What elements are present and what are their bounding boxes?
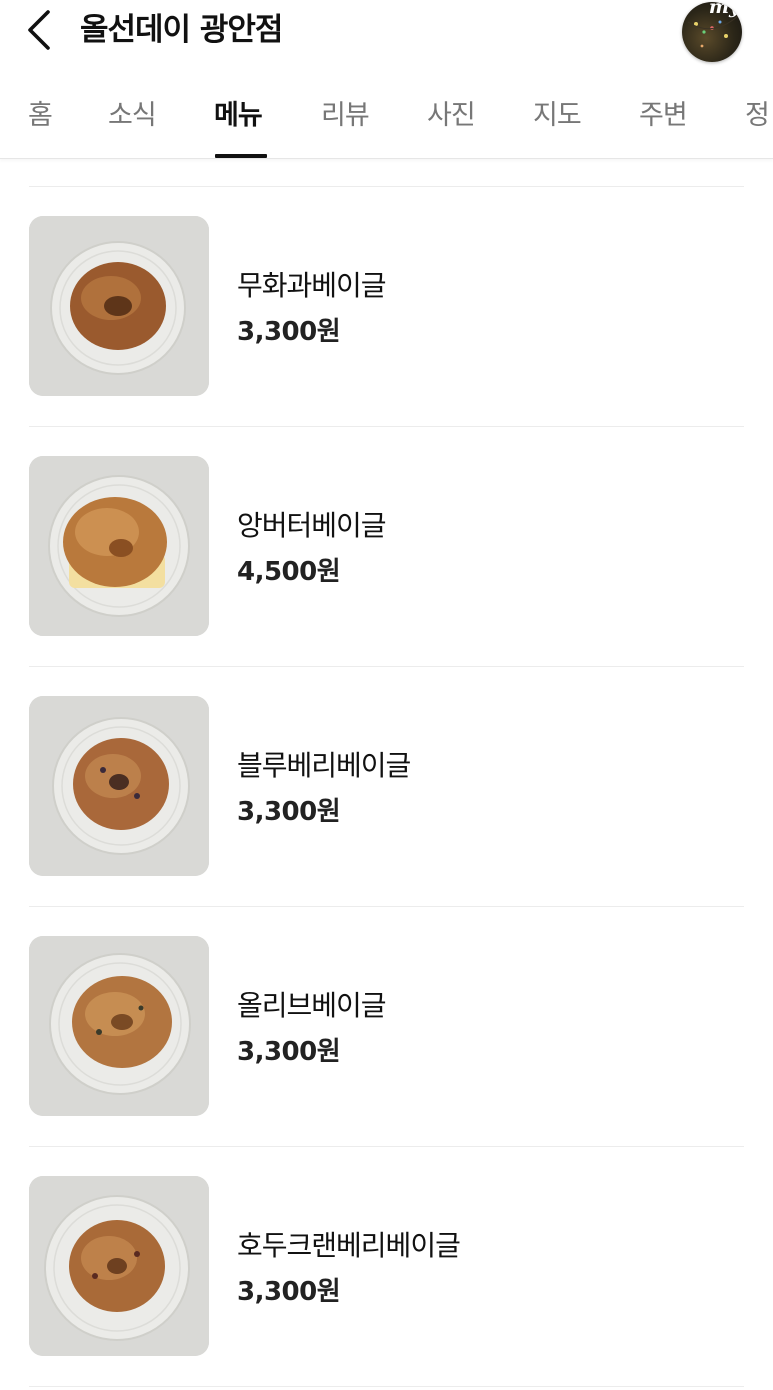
menu-item-name: 앙버터베이글	[237, 509, 387, 542]
tab-bar: 홈 소식 메뉴 리뷰 사진 지도 주변 정	[0, 76, 773, 159]
my-profile-avatar[interactable]: my	[682, 2, 742, 62]
menu-item-name: 호두크랜베리베이글	[237, 1229, 461, 1262]
divider	[29, 906, 744, 907]
menu-item-photo	[29, 216, 209, 396]
menu-item-name: 무화과베이글	[237, 269, 387, 302]
top-bar: 올선데이 광안점 my	[0, 0, 773, 75]
menu-item-name: 올리브베이글	[237, 989, 387, 1022]
menu-item-photo	[29, 936, 209, 1116]
back-button[interactable]	[22, 8, 62, 52]
tab-news[interactable]: 소식	[108, 76, 157, 158]
divider	[29, 426, 744, 427]
divider	[29, 666, 744, 667]
menu-item-price: 3,300원	[237, 317, 341, 347]
menu-item-price: 3,300원	[237, 797, 341, 827]
menu-item-price: 3,300원	[237, 1037, 341, 1067]
menu-item[interactable]: 블루베리베이글 3,300원	[0, 696, 773, 876]
menu-item-photo	[29, 456, 209, 636]
tab-reviews[interactable]: 리뷰	[321, 76, 370, 158]
active-tab-indicator	[215, 154, 267, 158]
tab-home[interactable]: 홈	[28, 76, 53, 158]
divider	[29, 1386, 744, 1387]
tab-nearby[interactable]: 주변	[639, 76, 688, 158]
menu-item[interactable]: 올리브베이글 3,300원	[0, 936, 773, 1116]
tab-map[interactable]: 지도	[533, 76, 582, 158]
menu-item[interactable]: 무화과베이글 3,300원	[0, 216, 773, 396]
divider	[29, 186, 744, 187]
tab-photos[interactable]: 사진	[427, 76, 476, 158]
menu-item-name: 블루베리베이글	[237, 749, 411, 782]
tab-menu[interactable]: 메뉴	[214, 76, 263, 158]
tab-info[interactable]: 정	[745, 76, 770, 158]
chevron-left-icon	[28, 10, 50, 50]
menu-item[interactable]: 앙버터베이글 4,500원	[0, 456, 773, 636]
menu-item-photo	[29, 696, 209, 876]
divider	[29, 1146, 744, 1147]
page-title: 올선데이 광안점	[80, 12, 283, 48]
menu-item-photo	[29, 1176, 209, 1356]
menu-item-price: 4,500원	[237, 557, 341, 587]
menu-item[interactable]: 호두크랜베리베이글 3,300원	[0, 1176, 773, 1356]
my-badge: my	[708, 2, 740, 18]
menu-item-price: 3,300원	[237, 1277, 341, 1307]
